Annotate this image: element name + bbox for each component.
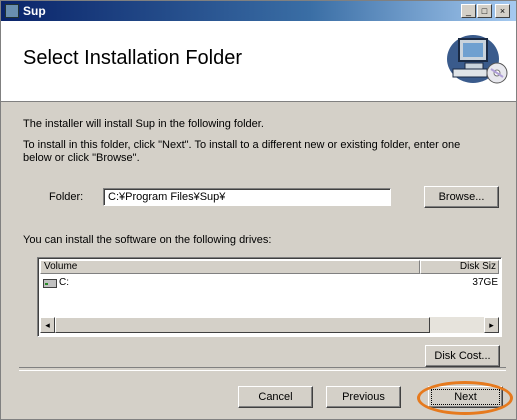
column-header-volume[interactable]: Volume	[40, 260, 420, 274]
drive-icon	[43, 279, 57, 288]
minimize-button[interactable]: _	[461, 4, 476, 18]
window-title: Sup	[23, 4, 46, 18]
close-button[interactable]: ×	[495, 4, 510, 18]
drive-size: 37GE	[472, 277, 498, 288]
scroll-thumb[interactable]	[55, 317, 430, 333]
next-button[interactable]: Next	[428, 386, 503, 408]
scroll-left-button[interactable]: ◂	[40, 317, 55, 333]
title-bar[interactable]: Sup _ □ ×	[1, 1, 516, 21]
intro-line-2: To install in this folder, click "Next".…	[23, 139, 461, 151]
browse-button[interactable]: Browse...	[424, 186, 499, 208]
header-panel: Select Installation Folder	[1, 21, 516, 102]
footer-panel: Cancel Previous Next	[1, 370, 516, 419]
drive-volume: C:	[59, 277, 69, 288]
computer-cd-icon	[447, 35, 508, 84]
scroll-right-button[interactable]: ▸	[484, 317, 499, 333]
installer-window: Sup _ □ × Select Installation Folder The…	[0, 0, 517, 420]
list-item[interactable]: C: 37GE	[41, 277, 498, 291]
folder-label: Folder:	[49, 191, 84, 203]
drives-label: You can install the software on the foll…	[23, 234, 272, 246]
page-title: Select Installation Folder	[23, 47, 243, 69]
disk-cost-button[interactable]: Disk Cost...	[425, 345, 500, 367]
cancel-button[interactable]: Cancel	[238, 386, 313, 408]
content-panel: The installer will install Sup in the fo…	[1, 102, 516, 368]
installer-app-icon	[5, 4, 19, 18]
intro-line-1: The installer will install Sup in the fo…	[23, 118, 264, 130]
drives-list[interactable]: Volume Disk Siz C: 37GE ◂ ▸	[37, 257, 502, 337]
previous-button[interactable]: Previous	[326, 386, 401, 408]
folder-input[interactable]	[103, 188, 391, 206]
maximize-button[interactable]: □	[477, 4, 492, 18]
intro-line-3: below or click "Browse".	[23, 152, 140, 164]
horizontal-scrollbar[interactable]: ◂ ▸	[40, 317, 499, 333]
column-header-disk-size[interactable]: Disk Siz	[420, 260, 499, 274]
